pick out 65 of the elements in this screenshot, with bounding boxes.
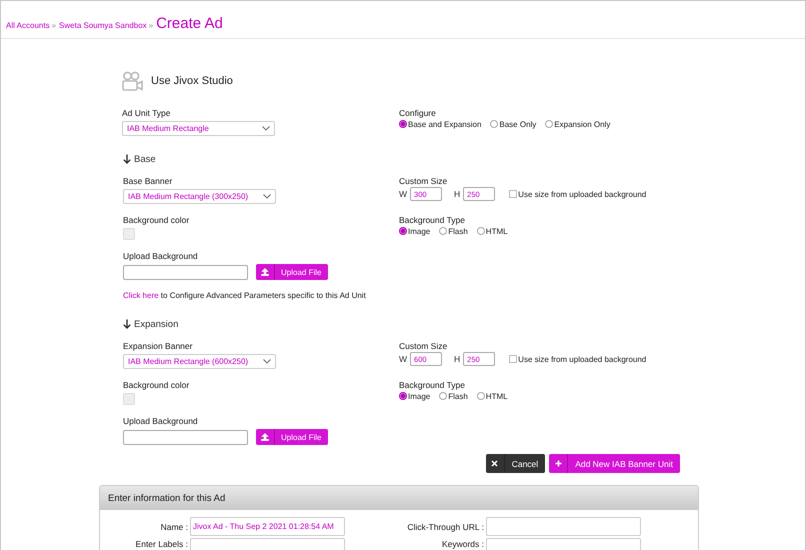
page-title: Create Ad <box>156 15 223 32</box>
breadcrumb-separator: » <box>52 21 56 30</box>
studio-label: Use Jivox Studio <box>151 75 233 87</box>
dropdown[interactable]: IAB Medium Rectangle (300x250) <box>123 189 276 204</box>
field-label: Expansion Banner <box>123 341 194 352</box>
field-label: Background color <box>123 215 190 226</box>
color-swatch[interactable] <box>123 228 135 240</box>
down-arrow-icon <box>123 319 131 329</box>
field-label: Configure <box>399 108 437 119</box>
field-label: Click-Through URL : <box>406 521 484 532</box>
field-label: Background Type <box>399 380 466 391</box>
upload-icon <box>261 433 269 441</box>
dropdown[interactable]: IAB Medium Rectangle (600x250) <box>123 354 276 369</box>
radio-option[interactable]: Expansion Only <box>545 120 610 128</box>
file-path-field[interactable] <box>123 430 248 444</box>
upload-button[interactable]: Upload File <box>256 429 328 445</box>
field-label: Enter Labels : <box>134 538 188 549</box>
section-heading: Base <box>134 154 156 164</box>
chevron-down-icon <box>262 126 270 131</box>
checkbox-option[interactable]: Use size from uploaded background <box>509 190 646 198</box>
cancel-button[interactable]: Cancel <box>486 454 546 473</box>
field-label: Keywords : <box>440 538 484 549</box>
radio-option[interactable]: Flash <box>439 392 468 400</box>
file-path-field[interactable] <box>123 264 248 280</box>
radio-option[interactable]: HTML <box>476 392 508 400</box>
text-field[interactable]: Jivox Ad - Thu Sep 2 2021 01:28:54 AM <box>190 517 345 536</box>
section-heading: Expansion <box>134 318 178 330</box>
field-label: Upload Background <box>123 251 199 262</box>
radio-option[interactable]: Image <box>399 226 430 236</box>
radio-option[interactable]: Image <box>399 392 430 400</box>
add-button[interactable]: Add New IAB Banner Unit <box>549 454 680 473</box>
field-label: Name : <box>160 521 188 532</box>
field-label: Base Banner <box>123 176 174 187</box>
text-field[interactable] <box>486 517 641 536</box>
video-camera-icon <box>122 71 143 91</box>
upload-icon <box>261 268 269 276</box>
field-label: Ad Unit Type <box>122 108 172 119</box>
color-swatch[interactable] <box>123 393 135 405</box>
field-label: Background color <box>123 380 190 391</box>
width-label: W <box>399 189 408 199</box>
field-label: Upload Background <box>123 416 199 427</box>
plus-icon <box>554 460 562 467</box>
field-label: Custom Size <box>399 341 448 352</box>
panel-header: Enter information for this Ad <box>100 486 698 510</box>
breadcrumb-separator: » <box>148 21 154 30</box>
advanced-parameters-text: Click here to Configure Advanced Parameters specific to this Ad Unit <box>123 290 367 301</box>
breadcrumb-link[interactable]: Sweta Soumya Sandbox <box>59 21 147 30</box>
radio-option[interactable]: Flash <box>439 226 468 236</box>
height-label: H <box>454 354 460 364</box>
chevron-down-icon <box>263 194 271 199</box>
upload-button[interactable]: Upload File <box>256 264 328 280</box>
radio-option[interactable]: HTML <box>476 226 508 236</box>
field-label: Background Type <box>399 215 466 226</box>
radio-option[interactable]: Base Only <box>490 120 536 128</box>
dropdown[interactable]: IAB Medium Rectangle <box>122 121 275 136</box>
width-label: W <box>399 354 408 364</box>
chevron-down-icon <box>263 359 271 364</box>
down-arrow-icon <box>123 154 131 164</box>
field-label: Custom Size <box>399 176 448 187</box>
height-label: H <box>454 189 460 199</box>
checkbox-option[interactable]: Use size from uploaded background <box>509 354 646 364</box>
close-icon <box>491 460 498 467</box>
radio-option[interactable]: Base and Expansion <box>399 120 482 128</box>
breadcrumb-link[interactable]: All Accounts <box>6 21 50 30</box>
advanced-link[interactable]: Click here <box>123 291 159 300</box>
